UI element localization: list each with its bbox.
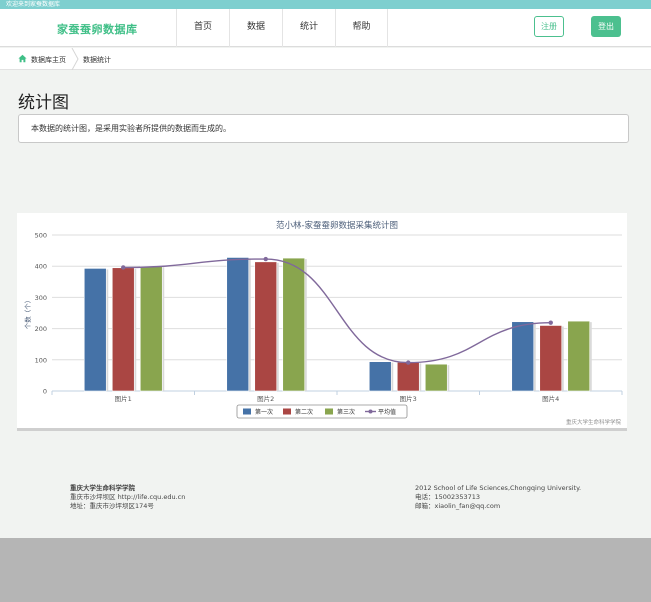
welcome-strip: 欢迎来到家蚕数据库 [0, 0, 651, 9]
legend-swatch-第一次 [243, 408, 251, 415]
footer-email: 邮箱：xiaolin_fan@qq.com [415, 502, 501, 510]
main-nav: 首页 数据 统计 帮助 [176, 9, 388, 47]
home-icon [18, 54, 27, 63]
nav-data[interactable]: 数据 [229, 9, 282, 47]
y-tick-label: 400 [35, 263, 47, 271]
legend-label-第二次: 第二次 [295, 408, 313, 416]
footer-copyright: 2012 School of Life Sciences,Chongqing U… [415, 484, 582, 492]
footer-right: 2012 School of Life Sciences,Chongqing U… [415, 484, 581, 511]
bar-第一次-图片3 [368, 361, 392, 392]
average-point-图片2 [263, 256, 268, 262]
bar-第一次-图片2 [226, 257, 250, 392]
page-background: 欢迎来到家蚕数据库 家蚕蚕卵数据库 首页 数据 统计 帮助 注册 登出 数据库主… [0, 0, 651, 538]
nav-statistics[interactable]: 统计 [282, 9, 335, 47]
y-tick-label: 200 [35, 325, 47, 333]
breadcrumb: 数据库主页 数据统计 [0, 48, 651, 70]
footer-website[interactable]: 重庆市沙坪坝区 http://life.cqu.edu.cn [70, 493, 185, 502]
bar-第三次-图片1 [139, 265, 163, 392]
breadcrumb-home-link[interactable]: 数据库主页 [31, 55, 66, 65]
top-navbar: 家蚕蚕卵数据库 首页 数据 统计 帮助 注册 登出 [0, 9, 651, 47]
x-tick-label: 图片4 [542, 394, 559, 403]
legend-label-平均值: 平均值 [378, 408, 396, 416]
bar-第二次-图片4 [539, 325, 563, 392]
bar-第三次-图片3 [424, 363, 448, 392]
breadcrumb-separator-icon [71, 48, 79, 70]
description-text: 本数据的统计图，是采用实验者所提供的数据而生成的。 [31, 124, 231, 133]
footer-org: 重庆大学生命科学学院 [70, 484, 135, 492]
register-button[interactable]: 注册 [534, 16, 564, 37]
bar-第二次-图片1 [111, 267, 135, 392]
y-tick-label: 100 [35, 356, 47, 364]
y-tick-label: 0 [43, 388, 47, 396]
nav-help[interactable]: 帮助 [335, 9, 388, 47]
y-axis-label: 个数（个） [23, 297, 32, 330]
y-tick-label: 300 [35, 294, 47, 302]
bar-第三次-图片2 [282, 257, 306, 392]
legend-label-第三次: 第三次 [337, 408, 355, 416]
logout-button[interactable]: 登出 [591, 16, 621, 37]
legend-swatch-第二次 [283, 408, 291, 415]
x-tick-label: 图片3 [400, 394, 417, 403]
breadcrumb-current: 数据统计 [83, 56, 111, 64]
legend-swatch-第三次 [325, 408, 333, 415]
description-box: 本数据的统计图，是采用实验者所提供的数据而生成的。 [18, 114, 629, 143]
footer-address: 地址：重庆市沙坪坝区174号 [70, 502, 154, 510]
footer-left: 重庆大学生命科学学院 重庆市沙坪坝区 http://life.cqu.edu.c… [70, 484, 185, 511]
bar-第二次-图片3 [396, 361, 420, 392]
legend-label-第一次: 第一次 [255, 408, 273, 416]
bar-第三次-图片4 [567, 320, 591, 392]
site-logo[interactable]: 家蚕蚕卵数据库 [57, 21, 138, 37]
average-point-图片1 [121, 265, 126, 270]
bar-第二次-图片2 [254, 261, 278, 392]
average-point-图片3 [406, 360, 411, 365]
welcome-text: 欢迎来到家蚕数据库 [6, 1, 61, 8]
statistics-chart: 范小林-家蚕蚕卵数据采集统计图 0 100 200 300 400 500 个数（个） 图片1 图… [23, 220, 623, 426]
chart-title: 范小林-家蚕蚕卵数据采集统计图 [276, 220, 398, 231]
chart-panel: 范小林-家蚕蚕卵数据采集统计图 0 100 200 300 400 500 个数（个） 图片1 图… [17, 213, 627, 431]
x-tick-label: 图片1 [115, 394, 132, 403]
average-spline-line [123, 258, 551, 364]
chart-credit: 重庆大学生命科学学院 [566, 418, 622, 426]
legend-marker-平均值 [368, 409, 373, 414]
footer-phone: 电话：15002353713 [415, 493, 480, 501]
average-point-图片4 [548, 320, 553, 325]
bar-第一次-图片1 [83, 268, 107, 392]
bar-第一次-图片4 [511, 321, 535, 392]
nav-home[interactable]: 首页 [176, 9, 229, 47]
page-title: 统计图 [18, 93, 69, 113]
y-tick-label: 500 [35, 232, 47, 240]
x-tick-label: 图片2 [257, 394, 274, 403]
